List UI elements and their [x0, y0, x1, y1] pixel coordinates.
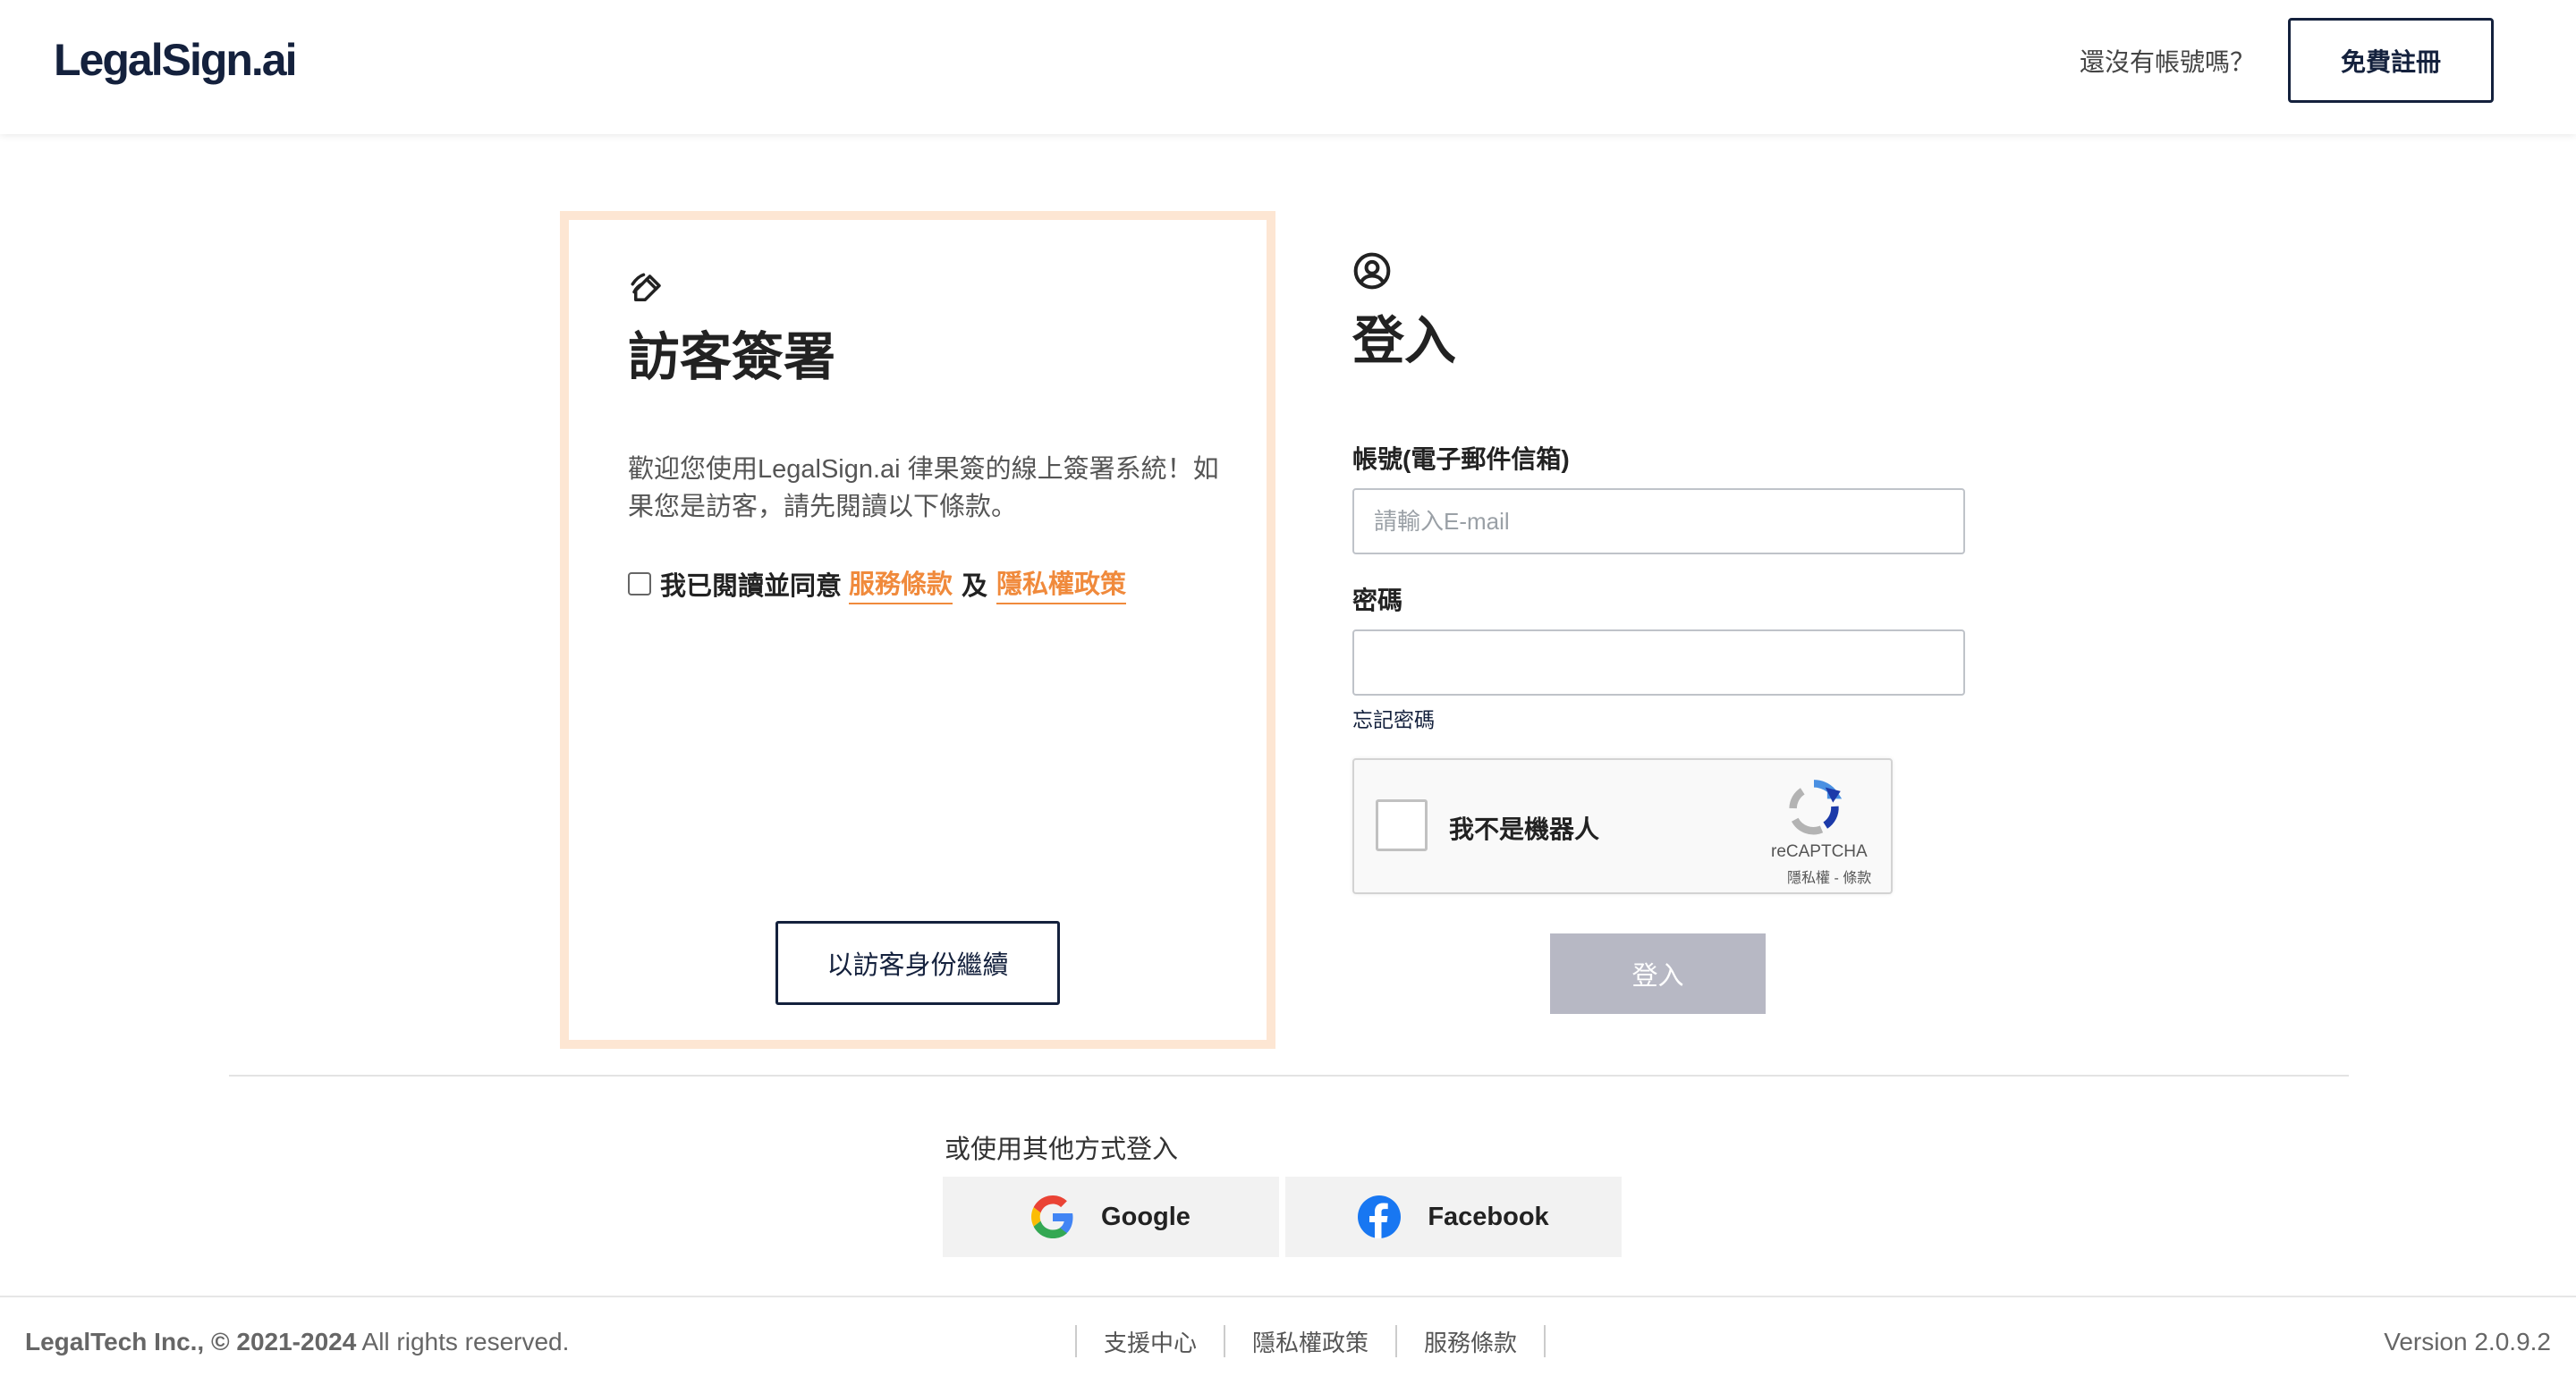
pen-sign-icon — [631, 273, 661, 301]
recaptcha-brand: reCAPTCHA — [1771, 842, 1868, 861]
privacy-policy-link[interactable]: 隱私權政策 — [996, 563, 1127, 604]
footer-link-privacy[interactable]: 隱私權政策 — [1225, 1325, 1395, 1358]
copyright-text: LegalTech Inc., © 2021-2024 All rights r… — [25, 1328, 569, 1356]
login-title: 登入 — [1352, 312, 1457, 370]
agree-prefix-text: 我已閱讀並同意 — [660, 572, 843, 601]
facebook-icon — [1358, 1195, 1402, 1238]
footer-links: 支援中心 隱私權政策 服務條款 — [1075, 1324, 1546, 1358]
legalsign-logo[interactable]: LegalSign.ai — [54, 34, 298, 86]
guest-signing-card: 訪客簽署 歡迎您使用LegalSign.ai 律果簽的線上簽署系統！如果您是訪客… — [560, 211, 1275, 1049]
guest-signing-title: 訪客簽署 — [628, 328, 836, 386]
password-label: 密碼 — [1352, 587, 1403, 614]
and-text: 及 — [962, 572, 988, 601]
google-icon — [1031, 1195, 1073, 1238]
version-text: Version 2.0.9.2 — [2384, 1328, 2551, 1355]
continue-as-guest-button[interactable]: 以訪客身份繼續 — [775, 921, 1060, 1005]
google-login-button[interactable]: Google — [943, 1177, 1279, 1257]
recaptcha-logo-icon — [1789, 780, 1843, 835]
recaptcha-checkbox[interactable] — [1376, 799, 1428, 851]
facebook-label: Facebook — [1428, 1202, 1549, 1231]
email-field[interactable] — [1352, 488, 1965, 554]
rights-text: All rights reserved. — [361, 1328, 570, 1355]
footer-separator — [1544, 1325, 1546, 1357]
password-field[interactable] — [1352, 629, 1965, 696]
copyright-years: © 2021-2024 — [210, 1328, 357, 1355]
page-footer: LegalTech Inc., © 2021-2024 All rights r… — [0, 1296, 2576, 1385]
google-label: Google — [1101, 1202, 1191, 1231]
terms-of-service-link[interactable]: 服務條款 — [849, 563, 953, 604]
recaptcha-widget: 我不是機器人 reCAPTCHA 隱私權 - 條款 — [1352, 758, 1893, 894]
section-divider — [229, 1075, 2349, 1077]
agree-terms-row: 我已閱讀並同意 服務條款 及 隱私權政策 — [628, 563, 1133, 604]
footer-link-support[interactable]: 支援中心 — [1077, 1325, 1224, 1358]
top-header: LegalSign.ai 還沒有帳號嗎？ 免費註冊 — [0, 0, 2576, 134]
email-label: 帳號(電子郵件信箱) — [1352, 445, 1570, 473]
forgot-password-link[interactable]: 忘記密碼 — [1352, 703, 1435, 733]
other-login-title: 或使用其他方式登入 — [945, 1136, 1179, 1164]
login-submit-button[interactable]: 登入 — [1550, 933, 1766, 1014]
user-circle-icon — [1353, 252, 1391, 290]
recaptcha-label: 我不是機器人 — [1449, 815, 1600, 843]
no-account-text: 還沒有帳號嗎？ — [2080, 48, 2256, 76]
facebook-login-button[interactable]: Facebook — [1285, 1177, 1622, 1257]
agree-terms-checkbox[interactable] — [628, 572, 651, 595]
company-name: LegalTech Inc., — [25, 1328, 205, 1355]
footer-link-terms[interactable]: 服務條款 — [1397, 1325, 1544, 1358]
free-register-button[interactable]: 免費註冊 — [2288, 18, 2494, 103]
guest-description: 歡迎您使用LegalSign.ai 律果簽的線上簽署系統！如果您是訪客，請先閱讀… — [628, 455, 1219, 521]
recaptcha-terms-link[interactable]: 隱私權 - 條款 — [1787, 866, 1871, 887]
